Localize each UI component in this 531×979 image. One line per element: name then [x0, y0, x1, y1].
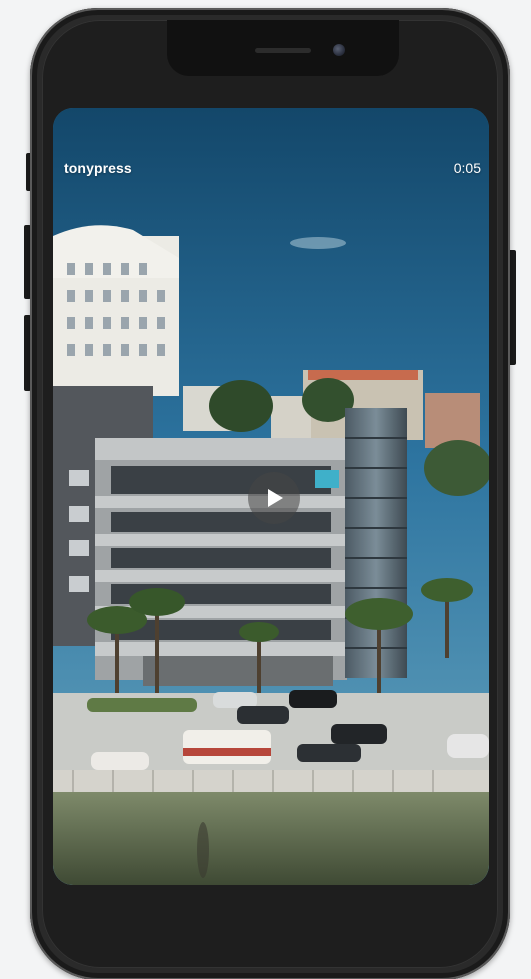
earpiece-speaker [255, 48, 311, 53]
phone-mockup-stage: tonypress 0:05 [0, 0, 531, 979]
play-icon [268, 489, 283, 507]
post-username[interactable]: tonypress [64, 160, 132, 176]
video-duration: 0:05 [453, 160, 481, 176]
notch [167, 20, 399, 76]
play-button[interactable] [248, 472, 300, 524]
front-camera-icon [333, 44, 345, 56]
video-player[interactable]: tonypress 0:05 [53, 108, 489, 885]
